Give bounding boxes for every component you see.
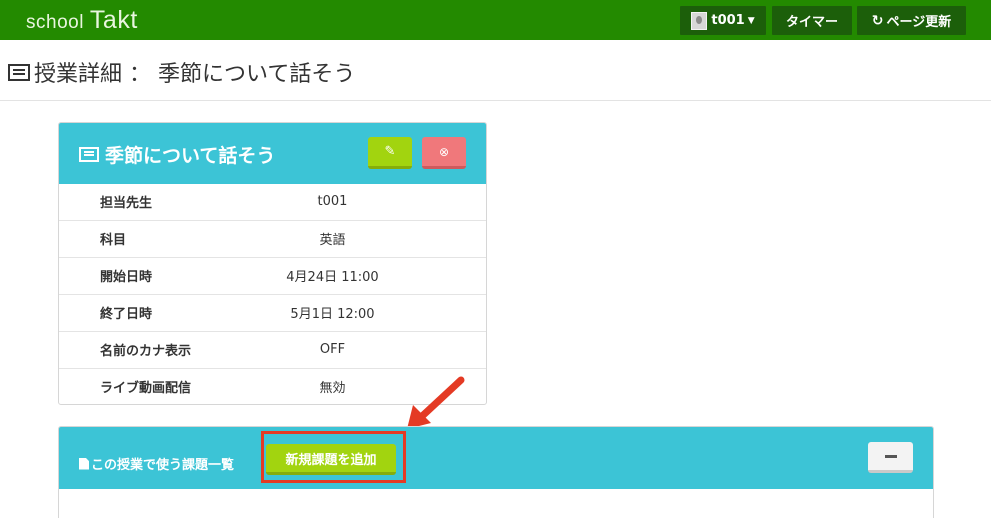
lesson-info-table: 担当先生 t001 科目 英語 開始日時 4月24日 11:00 終了日時 5月… bbox=[59, 184, 486, 404]
reload-label: ページ更新 bbox=[886, 15, 952, 30]
header-divider bbox=[0, 100, 991, 101]
lesson-title: 季節について話そう bbox=[79, 141, 275, 168]
delete-icon: ⊗ bbox=[438, 144, 450, 159]
page-title: 授業詳細 ： 季節について話そう bbox=[8, 56, 355, 88]
timer-label: タイマー bbox=[785, 15, 838, 30]
assignments-panel: この授業で使う課題一覧 新規課題を追加 bbox=[58, 426, 934, 518]
user-name: t001 bbox=[711, 13, 745, 28]
row-value: OFF bbox=[319, 342, 346, 357]
row-key: 担当先生 bbox=[100, 196, 153, 212]
lesson-title-text: 季節について話そう bbox=[105, 145, 276, 167]
row-key: 開始日時 bbox=[100, 270, 153, 285]
user-menu-button[interactable]: t001 ▼ bbox=[680, 6, 766, 35]
table-row: 名前のカナ表示 OFF bbox=[59, 331, 486, 368]
list-icon bbox=[79, 147, 99, 162]
minus-icon bbox=[884, 454, 897, 458]
row-value: 英語 bbox=[319, 233, 346, 248]
top-navbar: school Takt t001 ▼ タイマー ↻ ページ更新 bbox=[0, 0, 991, 40]
row-value: 5月1日 12:00 bbox=[290, 307, 375, 322]
edit-lesson-button[interactable]: ✎ bbox=[368, 137, 412, 169]
row-key: 科目 bbox=[100, 233, 127, 248]
avatar bbox=[691, 11, 708, 30]
page-title-text: 授業詳細 ： 季節について話そう bbox=[34, 62, 356, 87]
row-key: 終了日時 bbox=[100, 307, 153, 322]
table-row: 終了日時 5月1日 12:00 bbox=[59, 294, 486, 331]
annotation-arrow bbox=[407, 376, 465, 429]
collapse-panel-button[interactable] bbox=[868, 442, 913, 473]
row-value: t001 bbox=[317, 194, 348, 210]
timer-button[interactable]: タイマー bbox=[772, 6, 852, 35]
row-key: ライブ動画配信 bbox=[100, 381, 192, 397]
table-row: 科目 英語 bbox=[59, 220, 486, 257]
lesson-panel-header: 季節について話そう ✎ ⊗ bbox=[59, 123, 486, 184]
assignments-panel-header: この授業で使う課題一覧 新規課題を追加 bbox=[59, 427, 933, 489]
brand-text-school: school bbox=[26, 12, 84, 33]
list-icon bbox=[8, 63, 30, 81]
lesson-detail-panel: 季節について話そう ✎ ⊗ 担当先生 t001 科目 英語 開始日時 4月24日… bbox=[58, 122, 487, 405]
chevron-down-icon: ▼ bbox=[747, 15, 755, 26]
file-icon bbox=[79, 457, 89, 470]
table-row: 担当先生 t001 bbox=[59, 184, 486, 220]
edit-icon: ✎ bbox=[384, 144, 396, 159]
brand-text-takt: Takt bbox=[89, 6, 138, 34]
reload-page-button[interactable]: ↻ ページ更新 bbox=[857, 6, 966, 35]
table-row: 開始日時 4月24日 11:00 bbox=[59, 257, 486, 294]
assignments-title-text: この授業で使う課題一覧 bbox=[91, 458, 235, 473]
row-value: 4月24日 11:00 bbox=[286, 270, 379, 285]
row-key: 名前のカナ表示 bbox=[100, 344, 192, 359]
delete-lesson-button[interactable]: ⊗ bbox=[422, 137, 466, 169]
assignments-title: この授業で使う課題一覧 bbox=[79, 454, 234, 473]
reload-icon: ↻ bbox=[871, 12, 884, 29]
brand-logo[interactable]: school Takt bbox=[26, 6, 138, 34]
highlight-box bbox=[261, 431, 406, 483]
